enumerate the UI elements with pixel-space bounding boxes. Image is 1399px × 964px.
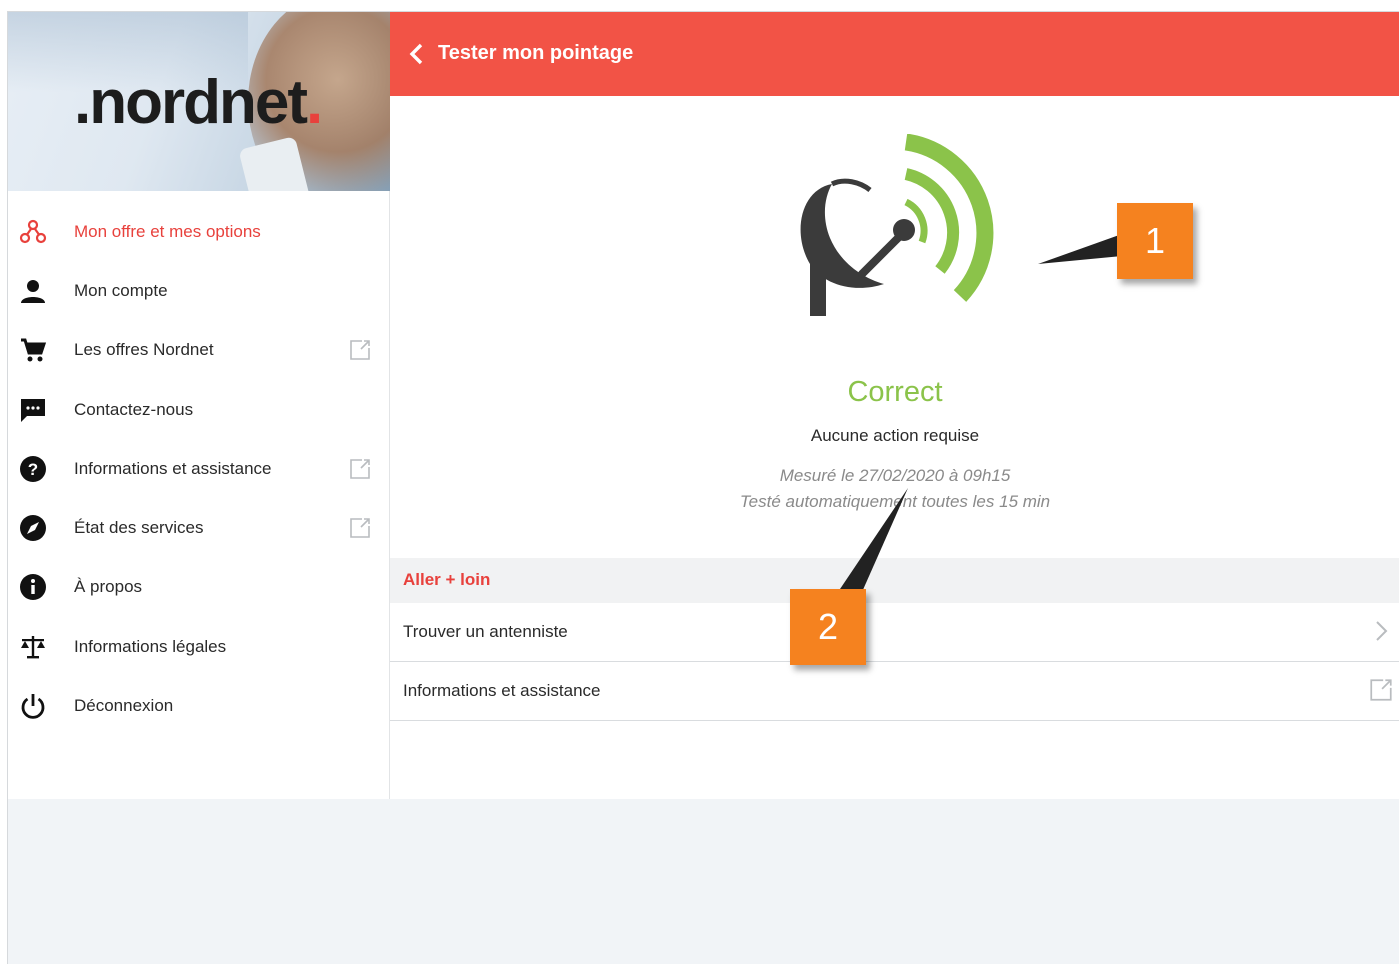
external-link-icon bbox=[350, 340, 370, 361]
sidebar-item-les-offres[interactable]: Les offres Nordnet bbox=[8, 321, 390, 380]
section-title: Aller + loin bbox=[403, 570, 491, 589]
sidebar-item-mon-compte[interactable]: Mon compte bbox=[8, 261, 390, 320]
sidebar-item-a-propos[interactable]: À propos bbox=[8, 558, 390, 617]
sidebar-item-label: Informations et assistance bbox=[74, 458, 272, 478]
sidebar-item-deconnexion[interactable]: Déconnexion bbox=[8, 676, 390, 735]
app-window: .nordnet. Mon offre et mes options Mon c… bbox=[7, 11, 1399, 964]
callout-badge-1: 1 bbox=[1117, 203, 1193, 279]
power-icon bbox=[19, 692, 47, 720]
chevron-right-icon bbox=[1376, 621, 1388, 641]
help-icon: ? bbox=[19, 455, 47, 483]
options-nodes-icon bbox=[19, 218, 47, 246]
sidebar-item-label: À propos bbox=[74, 577, 143, 597]
status-subtitle: Aucune action requise bbox=[810, 426, 980, 445]
list-item-label: Informations et assistance bbox=[403, 681, 601, 700]
section-header: Aller + loin bbox=[390, 558, 1399, 603]
sidebar-item-informations-assistance[interactable]: ? Informations et assistance bbox=[8, 439, 390, 498]
sidebar-item-etat-services[interactable]: État des services bbox=[8, 498, 390, 557]
sidebar-item-label: Mon compte bbox=[74, 280, 168, 300]
external-link-icon bbox=[350, 518, 370, 538]
chevron-left-icon[interactable] bbox=[406, 42, 428, 66]
auto-test-frequency: Testé automatiquement toutes les 15 min bbox=[739, 492, 1051, 511]
sidebar-item-label: Mon offre et mes options bbox=[74, 221, 261, 241]
callout-badge-2: 2 bbox=[790, 589, 866, 665]
top-bar: Tester mon pointage bbox=[390, 12, 1399, 96]
list-item-find-installer[interactable]: Trouver un antenniste bbox=[390, 603, 1399, 662]
main-content: Correct Aucune action requise Mesuré le … bbox=[390, 96, 1399, 799]
sidebar: .nordnet. Mon offre et mes options Mon c… bbox=[8, 12, 390, 799]
chat-icon bbox=[19, 396, 47, 424]
list-item-label: Trouver un antenniste bbox=[403, 622, 568, 641]
pointing-status: Correct bbox=[847, 376, 943, 408]
sidebar-item-mon-offre[interactable]: Mon offre et mes options bbox=[8, 202, 390, 261]
compass-icon bbox=[19, 514, 47, 542]
brand-header-image: .nordnet. bbox=[8, 12, 390, 191]
person-icon bbox=[19, 277, 47, 305]
satellite-dish-icon bbox=[800, 134, 994, 316]
sidebar-item-informations-legales[interactable]: Informations légales bbox=[8, 617, 390, 676]
scale-icon bbox=[19, 633, 47, 661]
sidebar-item-label: Les offres Nordnet bbox=[74, 340, 214, 360]
svg-text:?: ? bbox=[28, 460, 38, 479]
sidebar-item-contact[interactable]: Contactez-nous bbox=[8, 380, 390, 439]
external-link-icon bbox=[350, 459, 370, 479]
sidebar-menu: Mon offre et mes options Mon compte Les … bbox=[8, 202, 390, 736]
sidebar-item-label: Déconnexion bbox=[74, 696, 174, 716]
measurement-date: Mesuré le 27/02/2020 à 09h15 bbox=[779, 466, 1011, 485]
external-link-icon bbox=[1370, 679, 1392, 701]
nordnet-logo: .nordnet. bbox=[74, 68, 323, 137]
sidebar-item-label: Contactez-nous bbox=[74, 399, 194, 419]
list-item-info-assistance[interactable]: Informations et assistance bbox=[390, 662, 1399, 721]
page-title: Tester mon pointage bbox=[438, 42, 634, 64]
sidebar-item-label: État des services bbox=[74, 518, 204, 538]
info-icon bbox=[19, 573, 47, 601]
sidebar-item-label: Informations légales bbox=[74, 636, 227, 656]
cart-icon bbox=[19, 336, 47, 364]
